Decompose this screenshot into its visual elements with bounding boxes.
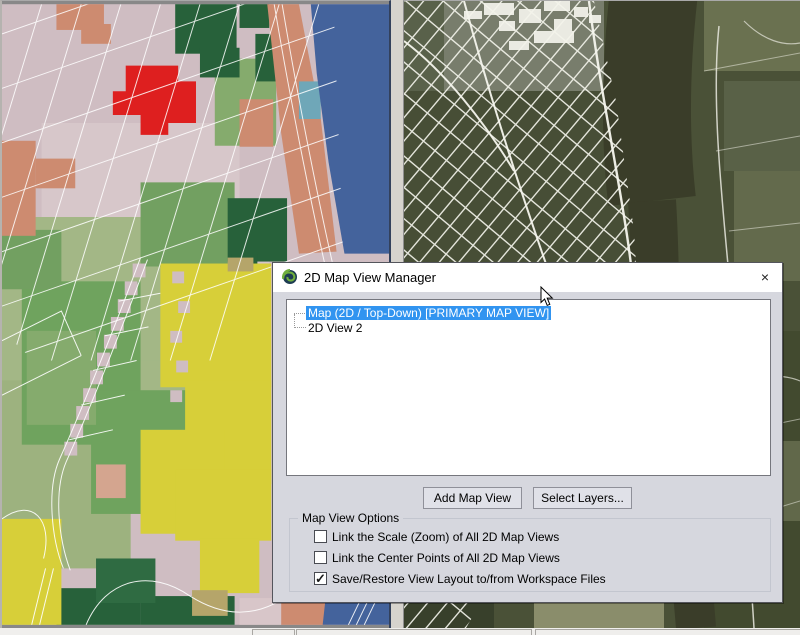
dialog-titlebar[interactable]: 2D Map View Manager × <box>273 263 782 292</box>
list-item-label: Map (2D / Top-Down) [PRIMARY MAP VIEW] <box>306 306 551 320</box>
close-icon[interactable]: × <box>748 263 782 292</box>
checkbox-label: Link the Center Points of All 2D Map Vie… <box>332 551 560 565</box>
select-layers-button[interactable]: Select Layers... <box>533 487 632 509</box>
status-cell-small <box>252 629 295 635</box>
list-item-primary-map-view[interactable]: Map (2D / Top-Down) [PRIMARY MAP VIEW] <box>306 306 551 320</box>
map-view-manager-dialog: 2D Map View Manager × Map (2D / Top-Down… <box>272 262 783 603</box>
status-cell-coords <box>535 629 800 635</box>
checkbox-box[interactable]: ✓ <box>314 530 327 543</box>
checkbox-label: Save/Restore View Layout to/from Workspa… <box>332 572 606 586</box>
dialog-title: 2D Map View Manager <box>304 270 436 285</box>
group-label: Map View Options <box>298 511 403 525</box>
status-bar <box>0 628 800 635</box>
checkbox-box[interactable]: ✓ <box>314 572 327 585</box>
add-map-view-button[interactable]: Add Map View <box>423 487 522 509</box>
check-icon: ✓ <box>315 571 326 587</box>
map-view-options-group: Map View Options ✓ Link the Scale (Zoom)… <box>289 518 771 592</box>
tree-connector <box>294 314 306 328</box>
status-cell-message <box>296 629 532 635</box>
application-window: 2D Map View Manager × Map (2D / Top-Down… <box>0 0 800 635</box>
list-item-label: 2D View 2 <box>306 321 364 335</box>
checkbox-label: Link the Scale (Zoom) of All 2D Map View… <box>332 530 559 544</box>
globe-swirl-icon <box>282 269 298 285</box>
list-item-2d-view-2[interactable]: 2D View 2 <box>306 321 364 335</box>
tree-connector <box>294 307 305 314</box>
map-view-list[interactable]: Map (2D / Top-Down) [PRIMARY MAP VIEW] 2… <box>286 299 771 476</box>
checkbox-box[interactable]: ✓ <box>314 551 327 564</box>
